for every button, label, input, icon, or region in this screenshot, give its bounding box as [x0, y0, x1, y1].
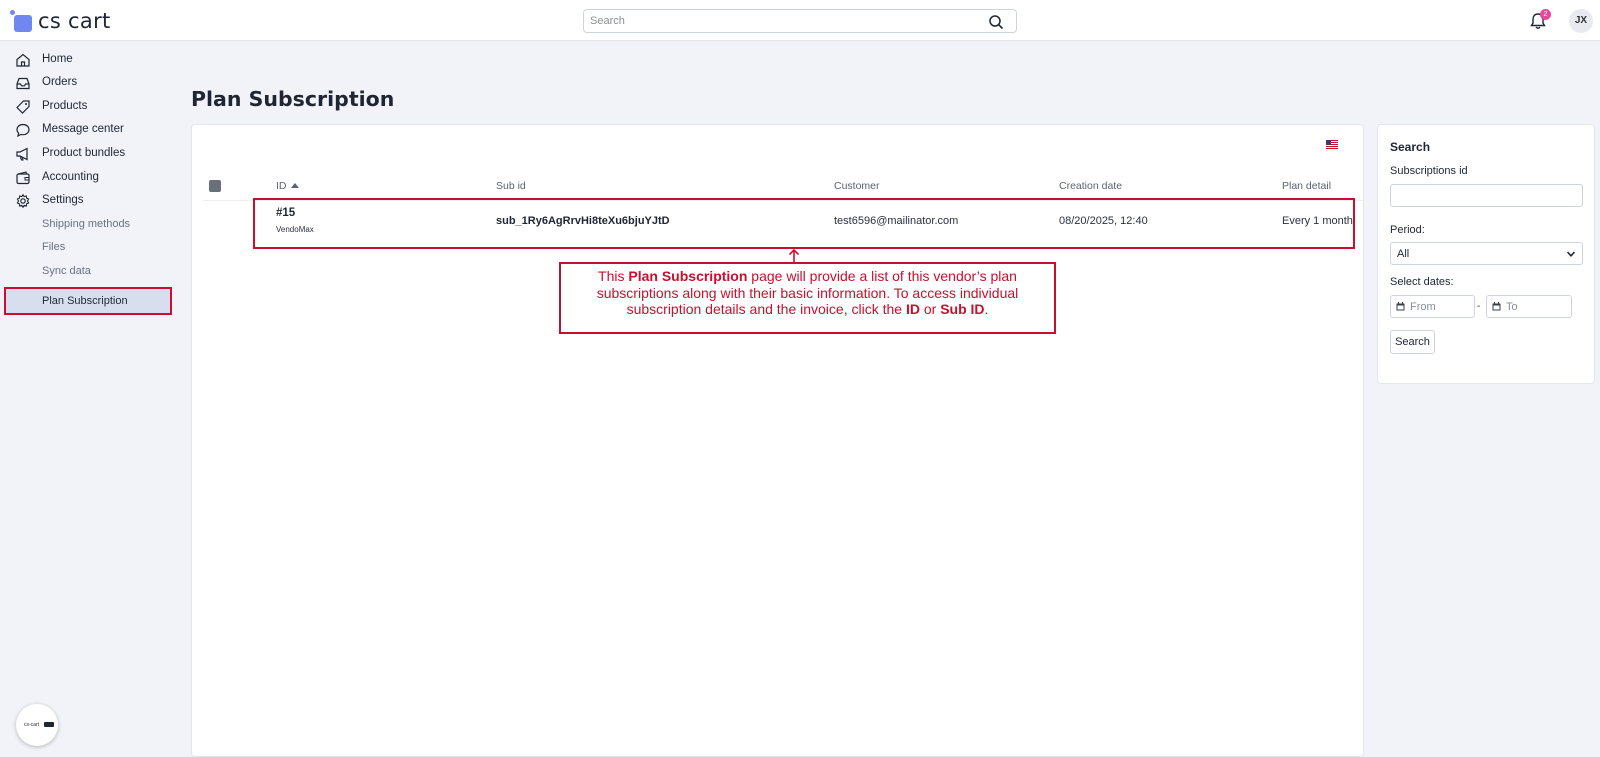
- sidebar-subitem-label: Shipping methods: [42, 218, 131, 230]
- avatar[interactable]: JX: [1569, 9, 1593, 33]
- gear-icon: [16, 193, 30, 209]
- sidebar-subitem-label: Files: [42, 241, 66, 253]
- subscription-id-link[interactable]: #15: [276, 207, 295, 219]
- calendar-icon: [1492, 302, 1501, 311]
- logo-text: cs cart: [38, 9, 111, 33]
- sidebar-subitem-sync-data[interactable]: Sync data: [0, 261, 178, 283]
- sort-asc-icon: [290, 183, 299, 188]
- notification-badge: 2: [1540, 9, 1551, 20]
- subscriptions-id-input[interactable]: [1391, 185, 1582, 206]
- sidebar-subitem-label: Sync data: [42, 265, 91, 277]
- badge-tag: [44, 722, 54, 727]
- top-bar: cs cart 2 JX: [0, 0, 1600, 41]
- sidebar-item-message-center[interactable]: Message center: [0, 119, 178, 141]
- sidebar-item-settings[interactable]: Settings: [0, 190, 178, 212]
- chevron-down-icon: [1566, 251, 1576, 257]
- subscriptions-id-field[interactable]: [1390, 184, 1583, 207]
- sidebar-item-label: Products: [42, 100, 88, 112]
- search-button[interactable]: Search: [1390, 330, 1435, 354]
- sidebar-item-orders[interactable]: Orders: [0, 72, 178, 94]
- date-from-placeholder: From: [1410, 301, 1436, 313]
- search-icon[interactable]: [988, 14, 1004, 30]
- calendar-icon: [1396, 302, 1405, 311]
- select-dates-label: Select dates:: [1390, 276, 1454, 288]
- sidebar-item-label: Orders: [42, 76, 78, 88]
- column-header-creation-date[interactable]: Creation date: [1059, 180, 1122, 192]
- megaphone-icon: [16, 147, 28, 161]
- sidebar-item-products[interactable]: Products: [0, 96, 178, 118]
- chat-icon: [16, 123, 30, 138]
- vendor-name: VendoMax: [276, 225, 314, 234]
- search-input[interactable]: [590, 13, 970, 29]
- page-title: Plan Subscription: [191, 87, 395, 111]
- us-flag-icon[interactable]: [1326, 140, 1338, 149]
- sidebar-subitem-shipping-methods[interactable]: Shipping methods: [0, 214, 178, 236]
- tag-icon: [16, 100, 30, 114]
- sidebar-item-label: Accounting: [42, 171, 99, 183]
- sidebar-item-product-bundles[interactable]: Product bundles: [0, 143, 178, 165]
- sidebar: Home Orders Products Message center Prod…: [0, 41, 178, 757]
- arrow-up-icon: [788, 248, 800, 262]
- badge-text: cs-cart: [24, 722, 39, 728]
- sidebar-item-label: Settings: [42, 194, 84, 206]
- creation-date: 08/20/2025, 12:40: [1059, 215, 1148, 227]
- home-icon: [16, 53, 30, 67]
- cs-cart-badge[interactable]: cs-cart: [16, 704, 58, 746]
- sidebar-subitem-plan-subscription[interactable]: Plan Subscription: [4, 287, 172, 315]
- date-to-field[interactable]: To: [1486, 295, 1572, 318]
- logo[interactable]: cs cart: [10, 7, 111, 35]
- date-from-field[interactable]: From: [1390, 295, 1475, 318]
- column-header-sub-id[interactable]: Sub id: [496, 180, 526, 192]
- sidebar-item-label: Product bundles: [42, 147, 126, 159]
- date-range-separator: -: [1477, 301, 1481, 312]
- column-header-plan-detail[interactable]: Plan detail: [1282, 180, 1331, 192]
- annotation-callout: This Plan Subscription page will provide…: [559, 262, 1056, 334]
- period-value: All: [1397, 248, 1410, 260]
- global-search[interactable]: [583, 9, 1017, 33]
- table-row: [253, 198, 1355, 249]
- date-to-placeholder: To: [1506, 301, 1518, 313]
- subscriptions-id-label: Subscriptions id: [1390, 165, 1468, 177]
- column-header-id[interactable]: ID: [276, 180, 299, 192]
- sidebar-item-label: Message center: [42, 123, 124, 135]
- sidebar-subitem-files[interactable]: Files: [0, 237, 178, 259]
- sidebar-item-accounting[interactable]: Accounting: [0, 167, 178, 189]
- inbox-icon: [16, 77, 30, 90]
- customer-email: test6596@mailinator.com: [834, 215, 959, 227]
- select-all-checkbox[interactable]: [209, 180, 221, 192]
- sub-id-link[interactable]: sub_1Ry6AgRrvHi8teXu6bjuYJtD: [496, 215, 670, 227]
- sidebar-item-home[interactable]: Home: [0, 49, 178, 71]
- column-header-customer[interactable]: Customer: [834, 180, 880, 192]
- search-panel-title: Search: [1390, 140, 1431, 154]
- sidebar-subitem-label: Plan Subscription: [42, 295, 128, 307]
- plan-detail: Every 1 month: [1282, 215, 1353, 227]
- logo-mark-icon: [10, 10, 32, 32]
- wallet-icon: [16, 171, 30, 185]
- period-label: Period:: [1390, 224, 1425, 236]
- period-select[interactable]: All: [1390, 242, 1583, 265]
- sidebar-item-label: Home: [42, 53, 73, 65]
